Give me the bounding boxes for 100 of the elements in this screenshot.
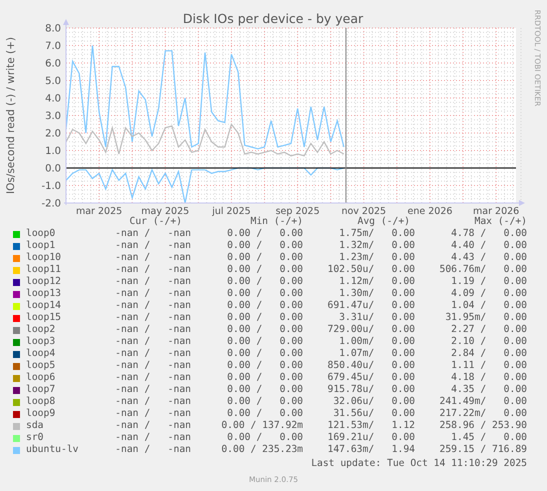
- max-value: 1.19 / 0.00: [450, 276, 527, 288]
- min-value: 0.00 / 0.00: [226, 372, 303, 384]
- max-value: 1.45 / 0.00: [450, 432, 527, 444]
- max-value: 241.49m/ 0.00: [438, 396, 527, 408]
- device-name: loop1: [26, 240, 56, 252]
- avg-value: 1.07m/ 0.00: [338, 348, 415, 360]
- min-value: 0.00 / 0.00: [226, 276, 303, 288]
- current-value: -nan / -nan: [115, 336, 191, 348]
- x-tick-label: ene 2026: [408, 206, 452, 216]
- current-value: -nan / -nan: [115, 360, 191, 372]
- device-name: ubuntu-lv: [26, 444, 80, 456]
- y-axis-label: IOs/second read (-) / write (+): [5, 36, 17, 194]
- column-header: Avg (-/+): [356, 216, 411, 228]
- min-value: 0.00 / 0.00: [226, 300, 303, 312]
- current-value: -nan / -nan: [115, 288, 191, 300]
- max-value: 2.27 / 0.00: [450, 324, 527, 336]
- max-value: 4.43 / 0.00: [450, 252, 527, 264]
- device-name: sr0: [26, 432, 44, 444]
- min-value: 0.00 / 0.00: [226, 264, 303, 276]
- avg-value: 121.53m/ 1.12: [326, 420, 415, 432]
- y-tick-label: 3.0: [45, 111, 61, 122]
- max-value: 4.18 / 0.00: [450, 372, 527, 384]
- current-value: -nan / -nan: [115, 348, 191, 360]
- max-value: 217.22m/ 0.00: [438, 408, 527, 420]
- current-value: -nan / -nan: [115, 420, 191, 432]
- current-value: -nan / -nan: [115, 324, 191, 336]
- avg-value: 729.00u/ 0.00: [326, 324, 415, 336]
- x-tick-label: sep 2025: [276, 206, 320, 216]
- y-tick-label: 8.0: [45, 24, 61, 34]
- min-value: 0.00 / 0.00: [226, 288, 303, 300]
- device-name: loop3: [26, 336, 56, 348]
- device-name: loop13: [26, 288, 62, 300]
- y-tick-label: 6.0: [45, 58, 61, 70]
- y-tick-label: 4.0: [45, 94, 61, 104]
- max-value: 4.78 / 0.00: [450, 228, 527, 240]
- current-value: -nan / -nan: [115, 372, 191, 384]
- min-value: 0.00 / 0.00: [226, 240, 303, 252]
- current-value: -nan / -nan: [115, 264, 191, 276]
- device-name: loop8: [26, 396, 56, 408]
- y-tick-label: 2.0: [45, 128, 61, 140]
- avg-value: 147.63m/ 1.94: [326, 444, 415, 456]
- device-name: loop6: [26, 372, 56, 384]
- avg-value: 1.30m/ 0.00: [338, 288, 415, 300]
- max-value: 259.15 / 716.89: [438, 444, 527, 456]
- max-value: 506.76m/ 0.00: [438, 264, 527, 276]
- x-tick-label: mar 2025: [76, 206, 122, 216]
- column-header: Max (-/+): [474, 216, 527, 228]
- device-name: loop5: [26, 360, 56, 372]
- max-value: 2.10 / 0.00: [450, 336, 527, 348]
- min-value: 0.00 / 0.00: [226, 228, 303, 240]
- min-value: 0.00 / 235.23m: [220, 444, 303, 456]
- max-value: 258.96 / 253.90: [438, 420, 527, 432]
- avg-value: 3.31u/ 0.00: [338, 312, 415, 324]
- avg-value: 32.06u/ 0.00: [332, 396, 415, 408]
- min-value: 0.00 / 0.00: [226, 384, 303, 396]
- device-name: loop12: [26, 276, 62, 288]
- avg-value: 679.45u/ 0.00: [326, 372, 415, 384]
- device-name: loop10: [26, 252, 62, 264]
- device-name: loop2: [26, 324, 56, 336]
- x-tick-label: nov 2025: [341, 206, 386, 216]
- y-tick-label: -2.0: [41, 198, 61, 210]
- min-value: 0.00 / 0.00: [226, 360, 303, 372]
- max-value: 1.04 / 0.00: [450, 300, 527, 312]
- max-value: 4.40 / 0.00: [450, 240, 527, 252]
- min-value: 0.00 / 0.00: [226, 408, 303, 420]
- max-value: 4.09 / 0.00: [450, 288, 527, 300]
- current-value: -nan / -nan: [115, 300, 191, 312]
- device-name: sda: [26, 420, 44, 432]
- x-tick-label: jul 2025: [212, 206, 251, 216]
- min-value: 0.00 / 0.00: [226, 396, 303, 408]
- current-value: -nan / -nan: [115, 276, 191, 288]
- max-value: 1.11 / 0.00: [450, 360, 527, 372]
- chart-title: Disk IOs per device - by year: [182, 11, 364, 26]
- column-header: Cur (-/+): [128, 216, 183, 228]
- current-value: -nan / -nan: [115, 240, 191, 252]
- device-name: loop15: [26, 312, 62, 324]
- avg-value: 1.75m/ 0.00: [338, 228, 415, 240]
- device-name: loop0: [26, 228, 56, 240]
- current-value: -nan / -nan: [115, 444, 191, 456]
- avg-value: 1.00m/ 0.00: [338, 336, 415, 348]
- device-name: loop7: [26, 384, 56, 396]
- x-tick-label: mar 2026: [473, 206, 520, 216]
- min-value: 0.00 / 137.92m: [220, 420, 303, 432]
- current-value: -nan / -nan: [115, 252, 191, 264]
- device-name: loop9: [26, 408, 56, 420]
- x-tick-label: may 2025: [141, 206, 190, 216]
- y-tick-label: 1.0: [45, 146, 61, 157]
- last-update-text: Last update: Tue Oct 14 11:10:29 2025: [311, 458, 527, 469]
- avg-value: 1.12m/ 0.00: [338, 276, 415, 288]
- avg-value: 169.21u/ 0.00: [326, 432, 415, 444]
- max-value: 4.35 / 0.00: [450, 384, 527, 396]
- column-header: Min (-/+): [250, 216, 303, 228]
- min-value: 0.00 / 0.00: [226, 432, 303, 444]
- avg-value: 915.78u/ 0.00: [326, 384, 415, 396]
- current-value: -nan / -nan: [115, 312, 191, 324]
- y-tick-label: 5.0: [45, 76, 61, 87]
- y-tick-label: 7.0: [45, 41, 61, 52]
- avg-value: 102.50u/ 0.00: [326, 264, 415, 276]
- min-value: 0.00 / 0.00: [226, 312, 303, 324]
- current-value: -nan / -nan: [115, 408, 191, 420]
